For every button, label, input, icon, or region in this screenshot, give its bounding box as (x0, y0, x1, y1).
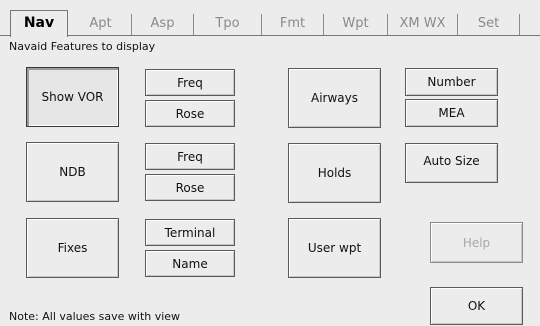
auto-size-button[interactable]: Auto Size (405, 143, 498, 183)
holds-button[interactable]: Holds (288, 143, 381, 203)
nav-settings-dialog: Nav Apt Asp Tpo Fmt Wpt XM WX Set Navaid… (0, 0, 540, 326)
airway-number-button[interactable]: Number (405, 68, 498, 96)
section-label: Navaid Features to display (9, 40, 156, 53)
tab-wpt[interactable]: Wpt (324, 14, 388, 36)
tab-apt[interactable]: Apt (70, 14, 132, 36)
tab-tpo[interactable]: Tpo (194, 14, 262, 36)
fix-terminal-button[interactable]: Terminal (145, 219, 235, 246)
airways-button[interactable]: Airways (288, 68, 381, 128)
help-button: Help (430, 222, 523, 263)
vor-freq-button[interactable]: Freq (145, 69, 235, 96)
show-vor-button[interactable]: Show VOR (26, 67, 119, 127)
fixes-button[interactable]: Fixes (26, 218, 119, 278)
fix-name-button[interactable]: Name (145, 250, 235, 277)
tab-set[interactable]: Set (458, 14, 520, 36)
user-wpt-button[interactable]: User wpt (288, 218, 381, 278)
tab-fmt[interactable]: Fmt (262, 14, 324, 36)
ndb-freq-button[interactable]: Freq (145, 143, 235, 170)
tab-asp[interactable]: Asp (132, 14, 194, 36)
ndb-rose-button[interactable]: Rose (145, 174, 235, 201)
note-text: Note: All values save with view (9, 310, 181, 323)
tab-bar: Nav Apt Asp Tpo Fmt Wpt XM WX Set (0, 0, 540, 37)
tab-nav[interactable]: Nav (10, 10, 68, 37)
ok-button[interactable]: OK (430, 287, 523, 325)
vor-rose-button[interactable]: Rose (145, 100, 235, 127)
tab-xm-wx[interactable]: XM WX (388, 14, 458, 36)
tab-divider (0, 35, 540, 36)
airway-mea-button[interactable]: MEA (405, 99, 498, 127)
ndb-button[interactable]: NDB (26, 142, 119, 202)
